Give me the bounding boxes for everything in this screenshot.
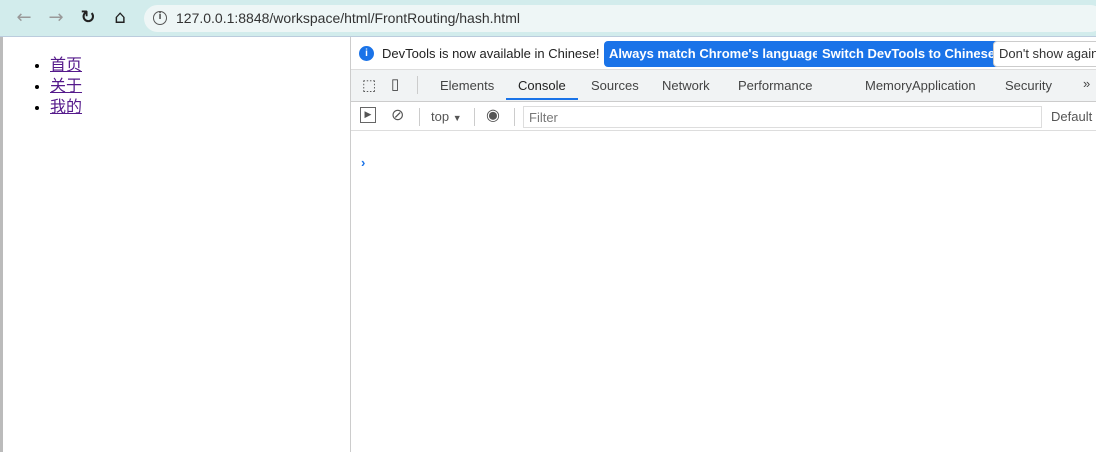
tab-sources[interactable]: Sources <box>591 78 639 93</box>
page-content: 首页 关于 我的 <box>0 37 350 452</box>
console-toolbar: ▶ ⊘ top ▼ ◉ Filter Default <box>351 102 1096 131</box>
info-icon: i <box>359 46 374 61</box>
reload-button[interactable]: ↻ <box>76 7 100 29</box>
console-prompt[interactable]: › <box>361 155 365 170</box>
devtools-panel: i DevTools is now available in Chinese! … <box>350 37 1096 452</box>
link-mine[interactable]: 我的 <box>50 99 82 116</box>
forward-button[interactable]: → <box>44 7 68 29</box>
url-text: 127.0.0.1:8848/workspace/html/FrontRouti… <box>176 10 520 26</box>
tab-elements[interactable]: Elements <box>440 78 494 93</box>
inspect-element-icon[interactable]: ⬚ <box>362 76 376 94</box>
browser-toolbar: ← → ↻ ⌂ i 127.0.0.1:8848/workspace/html/… <box>0 0 1096 37</box>
log-levels-dropdown[interactable]: Default <box>1051 109 1092 124</box>
list-item: 我的 <box>50 97 350 118</box>
tab-security[interactable]: Security <box>1005 78 1052 93</box>
devtools-tabbar: ⬚ ▯ Elements Console Sources Network Per… <box>351 70 1096 102</box>
tab-console[interactable]: Console <box>518 78 566 93</box>
language-infobar: i DevTools is now available in Chinese! … <box>351 37 1096 70</box>
tab-network[interactable]: Network <box>662 78 710 93</box>
filter-input[interactable]: Filter <box>523 106 1042 128</box>
tab-application[interactable]: Application <box>912 78 976 93</box>
tab-performance[interactable]: Performance <box>738 78 812 93</box>
more-tabs-icon[interactable]: » <box>1083 76 1090 91</box>
address-bar[interactable]: i 127.0.0.1:8848/workspace/html/FrontRou… <box>144 5 1096 32</box>
active-tab-indicator <box>506 98 578 100</box>
list-item: 首页 <box>50 55 350 76</box>
tab-memory[interactable]: Memory <box>865 78 912 93</box>
nav-list: 首页 关于 我的 <box>50 55 350 118</box>
always-match-language-button[interactable]: Always match Chrome's language <box>604 41 825 67</box>
device-toolbar-icon[interactable]: ▯ <box>391 75 399 93</box>
sidebar-toggle-icon[interactable]: ▶ <box>360 107 376 123</box>
context-selector[interactable]: top ▼ <box>431 109 462 124</box>
switch-to-chinese-button[interactable]: Switch DevTools to Chinese <box>817 41 1001 67</box>
link-home[interactable]: 首页 <box>50 57 82 74</box>
home-button[interactable]: ⌂ <box>108 7 132 29</box>
infobar-message: DevTools is now available in Chinese! <box>382 46 600 61</box>
dropdown-arrow-icon: ▼ <box>452 113 462 123</box>
live-expression-eye-icon[interactable]: ◉ <box>486 105 500 125</box>
dont-show-again-button[interactable]: Don't show again <box>993 41 1096 67</box>
clear-console-icon[interactable]: ⊘ <box>391 105 404 125</box>
list-item: 关于 <box>50 76 350 97</box>
info-icon[interactable]: i <box>153 11 167 25</box>
context-label: top <box>431 109 450 124</box>
link-about[interactable]: 关于 <box>50 78 82 95</box>
back-button[interactable]: ← <box>12 7 36 29</box>
